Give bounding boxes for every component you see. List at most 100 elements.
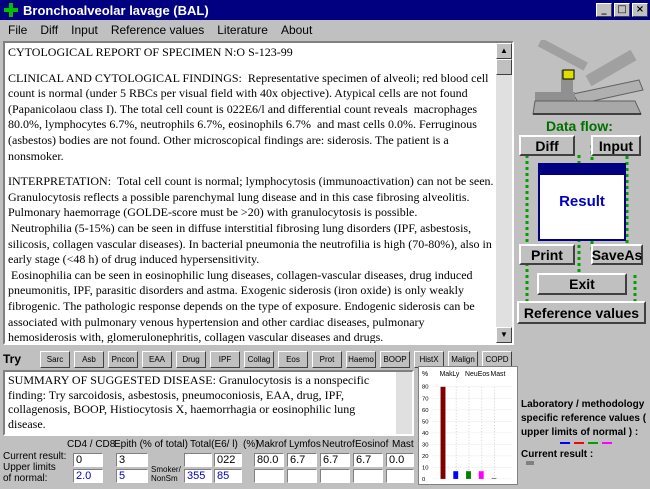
chart-bar-mak xyxy=(440,386,446,479)
hdr-eosinof: Eosinof xyxy=(355,439,389,450)
summary-textarea[interactable]: SUMMARY OF SUGGESTED DISEASE: Granulocyt… xyxy=(3,370,414,436)
report-interpretation: INTERPRETATION: Total cell count is norm… xyxy=(8,174,494,345)
scroll-thumb[interactable] xyxy=(496,59,512,75)
saveas-button[interactable]: SaveAs xyxy=(591,244,643,265)
chart-bar-mast xyxy=(491,477,497,479)
chart-y-tick: 20 xyxy=(422,454,429,460)
label-smoker: Smoker/ xyxy=(151,465,181,474)
current-mast-field[interactable]: 0.0 xyxy=(386,453,414,467)
chart-y-tick: 30 xyxy=(422,442,429,448)
hdr-total: Total(E6/ l) xyxy=(190,439,238,450)
summary-text: SUMMARY OF SUGGESTED DISEASE: Granulocyt… xyxy=(8,373,370,431)
try-malign-button[interactable]: Malign xyxy=(448,350,478,368)
window-title: Bronchoalveolar lavage (BAL) xyxy=(23,2,209,18)
try-drug-button[interactable]: Drug xyxy=(176,350,206,368)
try-eos-button[interactable]: Eos xyxy=(278,350,308,368)
hdr-epith: Epith (% of total) xyxy=(114,439,188,450)
try-asb-button[interactable]: Asb xyxy=(74,350,104,368)
chart-y-tick: 50 xyxy=(422,419,429,425)
maximize-button[interactable]: □ xyxy=(614,3,630,17)
current-total-field[interactable]: 022 xyxy=(214,453,242,467)
diff-button[interactable]: Diff xyxy=(519,135,575,156)
try-histx-button[interactable]: HistX xyxy=(414,350,444,368)
upper-neutrof-field[interactable] xyxy=(320,469,350,483)
current-smoker-field[interactable] xyxy=(184,453,212,467)
reference-values-button[interactable]: Reference values xyxy=(517,301,646,324)
chart-bar-ly xyxy=(453,471,459,479)
print-button[interactable]: Print xyxy=(519,244,575,265)
current-neutrof-field[interactable]: 6.7 xyxy=(320,453,350,467)
current-cd4cd8-field[interactable]: 0 xyxy=(73,453,103,467)
result-label: Result xyxy=(559,193,605,210)
current-result-legend: Current result : xyxy=(521,449,594,460)
upper-cd4cd8-field[interactable]: 2.0 xyxy=(73,469,103,483)
chart-y-tick: 0 xyxy=(422,477,426,483)
try-prot-button[interactable]: Prot xyxy=(312,350,342,368)
menu-bar: File Diff Input Reference values Literat… xyxy=(0,21,317,39)
try-copd-button[interactable]: COPD xyxy=(482,350,512,368)
try-ipf-button[interactable]: IPF xyxy=(210,350,240,368)
try-collag-button[interactable]: Collag xyxy=(244,350,274,368)
menu-diff[interactable]: Diff xyxy=(32,21,63,39)
summary-scrollbar[interactable] xyxy=(396,372,412,434)
chart-category-label: Mak xyxy=(440,371,454,378)
upper-smoker-field[interactable]: 355 xyxy=(184,469,212,483)
current-makrof-field[interactable]: 80.0 xyxy=(254,453,284,467)
chart-y-tick: 10 xyxy=(422,465,429,471)
try-haemo-button[interactable]: Haemo xyxy=(346,350,376,368)
upper-lymfos-field[interactable] xyxy=(287,469,317,483)
microscope-illustration-icon xyxy=(532,40,644,115)
hdr-lymfos: Lymfos xyxy=(289,439,321,450)
try-sarc-button[interactable]: Sarc xyxy=(40,350,70,368)
chart-category-label: Eos xyxy=(478,371,490,378)
menu-file[interactable]: File xyxy=(0,21,32,39)
chart-y-tick: 70 xyxy=(422,396,429,402)
try-boop-button[interactable]: BOOP xyxy=(380,350,410,368)
scroll-down-arrow-icon[interactable]: ▼ xyxy=(496,327,512,343)
upper-eosinof-field[interactable] xyxy=(353,469,383,483)
minimize-button[interactable]: _ xyxy=(596,3,612,17)
chart-ylabel: % xyxy=(422,371,428,378)
label-current-result: Current result: xyxy=(3,451,67,462)
upper-total-field[interactable]: 85 xyxy=(214,469,242,483)
hdr-mast: Mast xyxy=(392,439,414,450)
chart-category-label: Ly xyxy=(452,371,460,378)
chart-bar-eos xyxy=(478,471,484,479)
current-lymfos-field[interactable]: 6.7 xyxy=(287,453,317,467)
try-eaa-button[interactable]: EAA xyxy=(142,350,172,368)
label-upper-limits: Upper limits xyxy=(3,462,56,473)
menu-input[interactable]: Input xyxy=(63,21,103,39)
chart-y-tick: 40 xyxy=(422,431,429,437)
chart-y-tick: 60 xyxy=(422,408,429,414)
title-bar: Bronchoalveolar lavage (BAL) _ □ × xyxy=(0,0,650,20)
close-button[interactable]: × xyxy=(632,3,648,17)
app-cross-icon xyxy=(3,2,19,18)
hdr-cd4cd8: CD4 / CD8 xyxy=(67,439,116,450)
result-panel[interactable]: Result xyxy=(538,163,626,241)
upper-mast-field[interactable] xyxy=(386,469,414,483)
report-scrollbar[interactable]: ▲ ▼ xyxy=(496,43,512,343)
menu-reference-values[interactable]: Reference values xyxy=(103,21,209,39)
label-nonsm: NonSm xyxy=(151,474,178,483)
legend-color-swatches xyxy=(560,442,612,444)
report-textarea[interactable]: CYTOLOGICAL REPORT OF SPECIMEN N:O S-123… xyxy=(3,41,514,345)
current-epith-field[interactable]: 3 xyxy=(116,453,148,467)
menu-literature[interactable]: Literature xyxy=(209,21,273,39)
upper-epith-field[interactable]: 5 xyxy=(116,469,148,483)
input-button[interactable]: Input xyxy=(591,135,641,156)
exit-button[interactable]: Exit xyxy=(537,273,627,295)
chart-bar-neu xyxy=(466,471,471,479)
current-result-swatch xyxy=(526,461,534,465)
report-findings: CLINICAL AND CYTOLOGICAL FINDINGS: Repre… xyxy=(8,70,492,163)
chart-category-label: Neu xyxy=(465,371,478,378)
try-label: Try xyxy=(3,352,22,366)
reference-legend-text: Laboratory / methodology specific refere… xyxy=(521,399,647,438)
menu-about[interactable]: About xyxy=(273,21,317,39)
label-of-normal: of normal: xyxy=(3,473,48,484)
current-eosinof-field[interactable]: 6.7 xyxy=(353,453,383,467)
upper-makrof-field[interactable] xyxy=(254,469,284,483)
cell-distribution-chart: % Mak Ly Neu Eos Mast 80 70 60 50 40 30 20 10 0 xyxy=(418,366,518,485)
scroll-up-arrow-icon[interactable]: ▲ xyxy=(496,43,512,59)
try-pncon-button[interactable]: Pncon xyxy=(108,350,138,368)
hdr-neutrof: Neutrof xyxy=(322,439,355,450)
